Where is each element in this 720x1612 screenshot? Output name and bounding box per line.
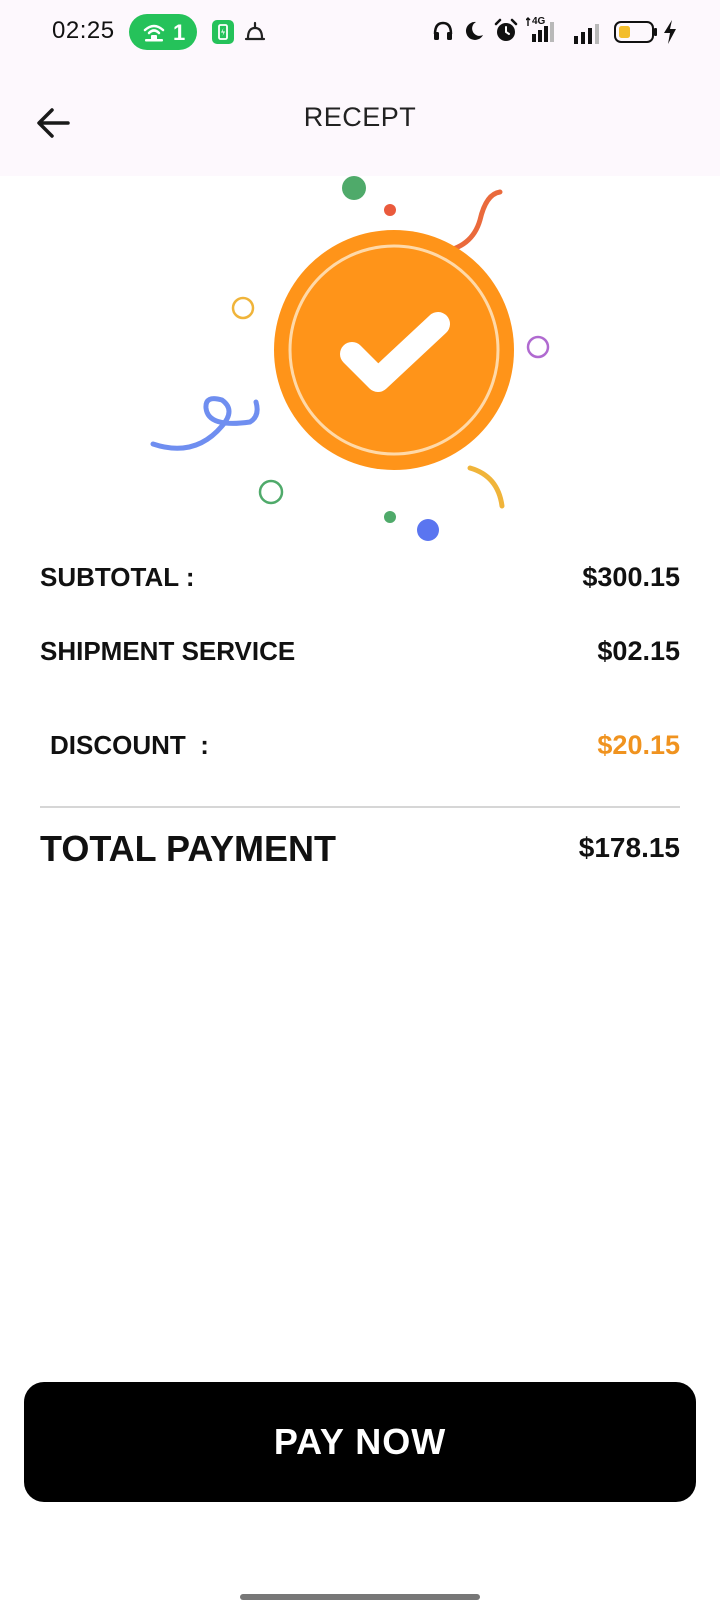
signal-icon bbox=[574, 24, 599, 44]
hotspot-icon bbox=[143, 24, 165, 42]
total-payment-label: TOTAL PAYMENT bbox=[40, 828, 337, 869]
hotspot-count: 1 bbox=[173, 20, 186, 45]
shipment-value: $02.15 bbox=[597, 636, 680, 666]
alarm-icon bbox=[494, 18, 518, 41]
page-title: RECEPT bbox=[303, 102, 417, 132]
hotspot-indicator: 1 bbox=[129, 14, 197, 50]
battery-saver-icon bbox=[212, 20, 234, 44]
notification-icon bbox=[244, 21, 266, 41]
moon-icon bbox=[465, 21, 483, 40]
status-bar: 02:25 1 4G bbox=[0, 0, 720, 68]
total-payment-value: $178.15 bbox=[578, 832, 680, 863]
shipment-label: SHIPMENT SERVICE bbox=[40, 636, 296, 666]
status-time: 02:25 bbox=[52, 17, 115, 44]
subtotal-value: $300.15 bbox=[582, 562, 680, 592]
discount-value: $20.15 bbox=[597, 730, 680, 760]
subtotal-label: SUBTOTAL : bbox=[40, 562, 195, 592]
home-indicator[interactable] bbox=[240, 1594, 480, 1600]
divider bbox=[40, 806, 680, 808]
success-illustration bbox=[150, 176, 550, 541]
check-circle-icon bbox=[274, 230, 514, 470]
battery-icon bbox=[614, 21, 657, 43]
charging-icon bbox=[664, 20, 676, 44]
pay-now-button[interactable]: PAY NOW bbox=[24, 1382, 696, 1502]
network-type-label: 4G bbox=[532, 16, 546, 27]
signal-4g: 4G bbox=[525, 16, 562, 51]
app-bar: RECEPT bbox=[0, 68, 720, 176]
discount-label: DISCOUNT : bbox=[50, 730, 209, 760]
headphones-icon bbox=[433, 21, 453, 40]
